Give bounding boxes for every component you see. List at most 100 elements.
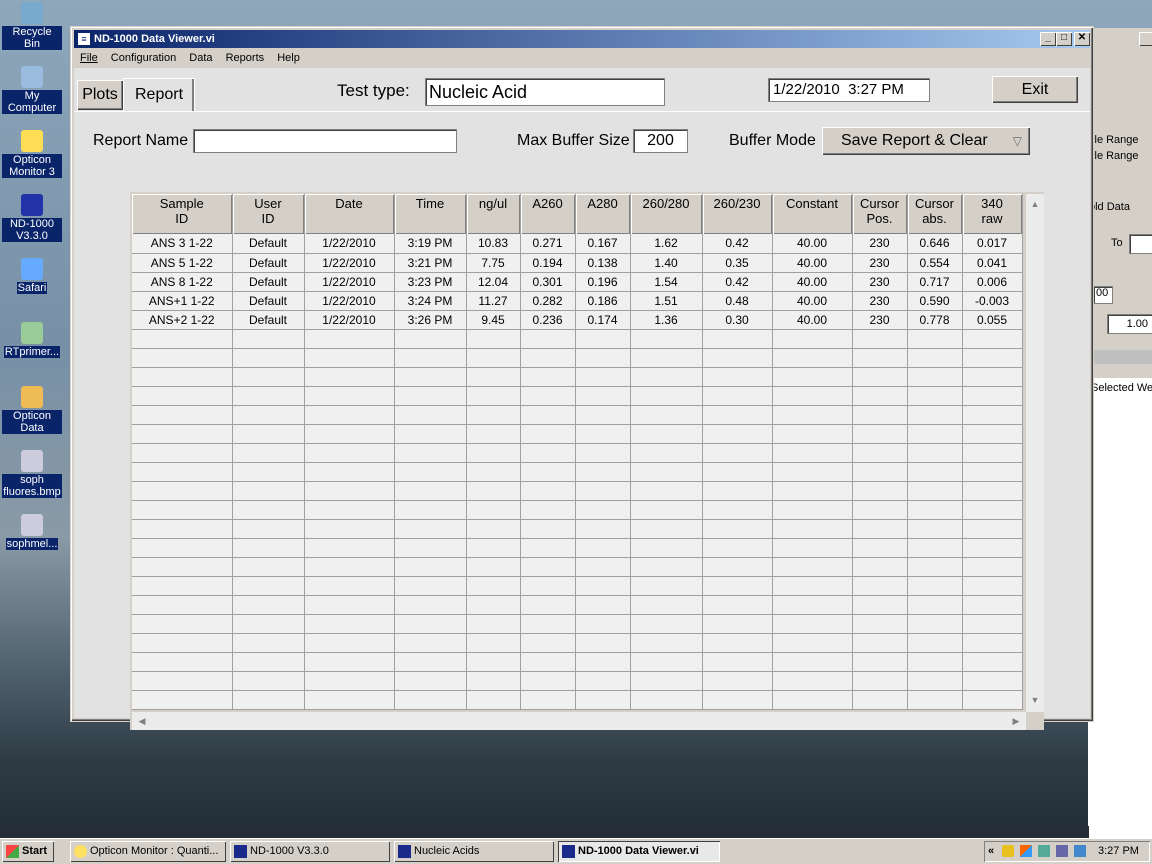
table-cell[interactable] bbox=[520, 443, 576, 463]
table-cell[interactable]: ANS+1 1-22 bbox=[132, 291, 233, 311]
table-cell[interactable] bbox=[304, 405, 395, 425]
table-cell[interactable] bbox=[702, 614, 773, 634]
table-cell[interactable] bbox=[232, 519, 305, 539]
table-cell[interactable] bbox=[520, 500, 576, 520]
table-row-empty[interactable] bbox=[132, 614, 1023, 634]
table-cell[interactable] bbox=[466, 329, 521, 349]
table-cell[interactable] bbox=[394, 348, 467, 368]
table-cell[interactable] bbox=[962, 481, 1023, 501]
table-cell[interactable] bbox=[232, 481, 305, 501]
shield-icon[interactable] bbox=[1002, 845, 1014, 857]
table-cell[interactable] bbox=[962, 443, 1023, 463]
table-cell[interactable] bbox=[132, 519, 233, 539]
table-cell[interactable] bbox=[575, 538, 631, 558]
table-row-empty[interactable] bbox=[132, 329, 1023, 349]
exit-button[interactable]: Exit bbox=[992, 76, 1078, 103]
desktop-icon[interactable]: Safari bbox=[2, 258, 62, 294]
table-cell[interactable]: Default bbox=[232, 310, 305, 330]
table-cell[interactable] bbox=[772, 519, 853, 539]
table-cell[interactable] bbox=[394, 671, 467, 691]
table-cell[interactable] bbox=[852, 481, 908, 501]
table-cell[interactable]: Default bbox=[232, 291, 305, 311]
bg-input[interactable]: 00 bbox=[1093, 286, 1113, 304]
table-cell[interactable] bbox=[702, 538, 773, 558]
volume-icon[interactable] bbox=[1056, 845, 1068, 857]
table-cell[interactable]: 0.194 bbox=[520, 253, 576, 273]
table-row-empty[interactable] bbox=[132, 576, 1023, 596]
table-cell[interactable] bbox=[304, 690, 395, 710]
table-cell[interactable] bbox=[466, 576, 521, 596]
table-cell[interactable]: 7.75 bbox=[466, 253, 521, 273]
table-cell[interactable] bbox=[394, 690, 467, 710]
table-cell[interactable] bbox=[520, 538, 576, 558]
table-cell[interactable] bbox=[466, 652, 521, 672]
tab-report[interactable]: Report bbox=[123, 78, 195, 112]
table-cell[interactable]: 40.00 bbox=[772, 253, 853, 273]
table-cell[interactable] bbox=[962, 386, 1023, 406]
table-cell[interactable]: 230 bbox=[852, 291, 908, 311]
table-cell[interactable] bbox=[394, 424, 467, 444]
table-cell[interactable] bbox=[304, 614, 395, 634]
table-cell[interactable]: 0.186 bbox=[575, 291, 631, 311]
table-cell[interactable] bbox=[520, 329, 576, 349]
network-icon[interactable] bbox=[1038, 845, 1050, 857]
table-cell[interactable]: ANS 3 1-22 bbox=[132, 234, 233, 254]
table-cell[interactable] bbox=[907, 538, 963, 558]
column-header[interactable]: Date bbox=[304, 194, 395, 234]
table-cell[interactable] bbox=[772, 633, 853, 653]
table-cell[interactable] bbox=[772, 538, 853, 558]
table-cell[interactable] bbox=[630, 386, 703, 406]
desktop-icon[interactable]: soph fluores.bmp bbox=[2, 450, 62, 498]
table-cell[interactable] bbox=[575, 462, 631, 482]
table-cell[interactable] bbox=[575, 443, 631, 463]
table-row-empty[interactable] bbox=[132, 481, 1023, 501]
table-cell[interactable]: 0.138 bbox=[575, 253, 631, 273]
table-cell[interactable] bbox=[907, 671, 963, 691]
table-cell[interactable]: 1/22/2010 bbox=[304, 234, 395, 254]
table-cell[interactable] bbox=[394, 538, 467, 558]
table-cell[interactable]: 0.236 bbox=[520, 310, 576, 330]
table-cell[interactable] bbox=[630, 652, 703, 672]
table-cell[interactable]: 0.717 bbox=[907, 272, 963, 292]
table-cell[interactable] bbox=[907, 500, 963, 520]
table-cell[interactable] bbox=[630, 557, 703, 577]
table-cell[interactable] bbox=[852, 652, 908, 672]
table-cell[interactable] bbox=[630, 500, 703, 520]
table-cell[interactable]: 0.554 bbox=[907, 253, 963, 273]
table-cell[interactable] bbox=[394, 652, 467, 672]
table-cell[interactable] bbox=[907, 329, 963, 349]
table-cell[interactable]: 3:19 PM bbox=[394, 234, 467, 254]
table-cell[interactable]: 1/22/2010 bbox=[304, 253, 395, 273]
table-cell[interactable]: -0.003 bbox=[962, 291, 1023, 311]
table-cell[interactable] bbox=[852, 557, 908, 577]
table-cell[interactable]: 0.041 bbox=[962, 253, 1023, 273]
table-cell[interactable] bbox=[232, 614, 305, 634]
table-cell[interactable] bbox=[852, 671, 908, 691]
table-cell[interactable]: Default bbox=[232, 234, 305, 254]
table-cell[interactable] bbox=[907, 462, 963, 482]
table-cell[interactable] bbox=[852, 690, 908, 710]
column-header[interactable]: ng/ul bbox=[466, 194, 521, 234]
table-cell[interactable] bbox=[132, 614, 233, 634]
table-cell[interactable] bbox=[630, 595, 703, 615]
table-row-empty[interactable] bbox=[132, 462, 1023, 482]
horizontal-scrollbar[interactable]: ◀ ▶ bbox=[132, 712, 1026, 730]
table-cell[interactable] bbox=[575, 614, 631, 634]
table-cell[interactable]: 10.83 bbox=[466, 234, 521, 254]
table-cell[interactable] bbox=[232, 633, 305, 653]
menu-help[interactable]: Help bbox=[277, 52, 300, 64]
table-cell[interactable] bbox=[575, 424, 631, 444]
table-cell[interactable]: 1.62 bbox=[630, 234, 703, 254]
table-cell[interactable] bbox=[304, 652, 395, 672]
table-cell[interactable]: Default bbox=[232, 272, 305, 292]
table-cell[interactable] bbox=[772, 348, 853, 368]
table-cell[interactable] bbox=[232, 500, 305, 520]
taskbar-button-data-viewer[interactable]: ND-1000 Data Viewer.vi bbox=[558, 841, 720, 862]
table-cell[interactable] bbox=[232, 462, 305, 482]
table-cell[interactable]: 0.174 bbox=[575, 310, 631, 330]
table-cell[interactable] bbox=[520, 386, 576, 406]
column-header[interactable]: Constant bbox=[772, 194, 853, 234]
table-cell[interactable] bbox=[520, 424, 576, 444]
table-cell[interactable]: 3:24 PM bbox=[394, 291, 467, 311]
windows-flag-icon[interactable] bbox=[1020, 845, 1032, 857]
